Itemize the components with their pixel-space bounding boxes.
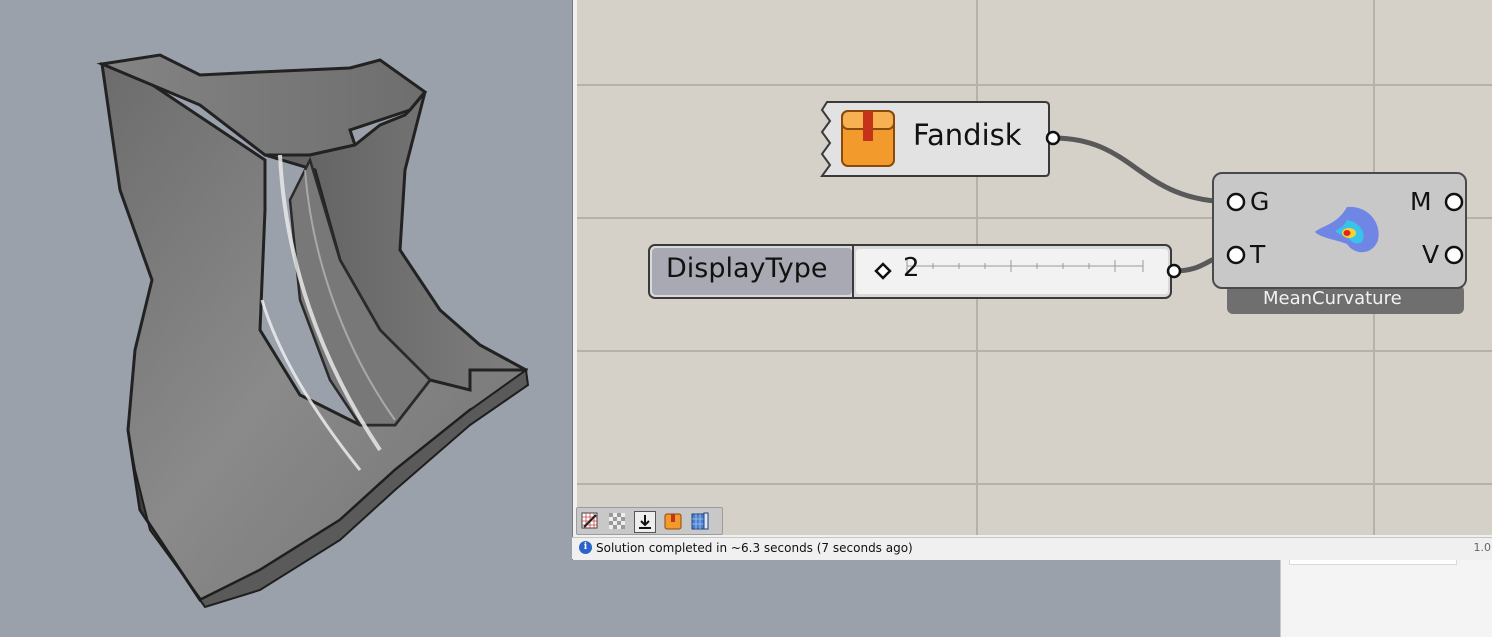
- input-label-t: T: [1250, 240, 1266, 269]
- status-message: Solution completed in ~6.3 seconds (7 se…: [596, 541, 913, 555]
- bake-icon[interactable]: [634, 511, 656, 533]
- fandisk-output-port[interactable]: [1045, 130, 1061, 146]
- package-icon: [841, 110, 895, 167]
- wire-fandisk-to-g: [1052, 135, 1235, 205]
- checker-icon[interactable]: [607, 511, 627, 531]
- canvas-toolbar: [576, 507, 723, 535]
- grasshopper-window: Fandisk DisplayType 2 G T M V MeanCurvat…: [572, 0, 1492, 560]
- output-label-v: V: [1422, 240, 1440, 269]
- package-icon[interactable]: [663, 511, 683, 531]
- output-port-m[interactable]: [1444, 192, 1464, 212]
- info-icon: i: [579, 541, 592, 554]
- status-bar: i Solution completed in ~6.3 seconds (7 …: [572, 537, 1492, 559]
- input-port-g[interactable]: [1226, 192, 1246, 212]
- output-label-m: M: [1410, 187, 1432, 216]
- side-panel: [1280, 560, 1492, 637]
- version-label: 1.0: [1473, 541, 1492, 554]
- input-port-t[interactable]: [1226, 245, 1246, 265]
- fandisk-render: [96, 53, 530, 609]
- input-label-g: G: [1250, 187, 1270, 216]
- rhino-viewport[interactable]: [0, 0, 572, 637]
- fandisk-label: Fandisk: [913, 118, 1022, 152]
- slider-output-port[interactable]: [1166, 263, 1182, 279]
- output-port-v[interactable]: [1444, 245, 1464, 265]
- component-title: MeanCurvature: [1263, 288, 1402, 309]
- displaytype-label: DisplayType: [666, 253, 828, 284]
- slider-value: 2: [903, 253, 920, 283]
- viewport-icon[interactable]: [690, 511, 710, 531]
- grasshopper-canvas[interactable]: Fandisk DisplayType 2 G T M V MeanCurvat…: [577, 0, 1492, 535]
- sketch-icon[interactable]: [580, 511, 600, 531]
- side-panel-field: [1289, 560, 1457, 565]
